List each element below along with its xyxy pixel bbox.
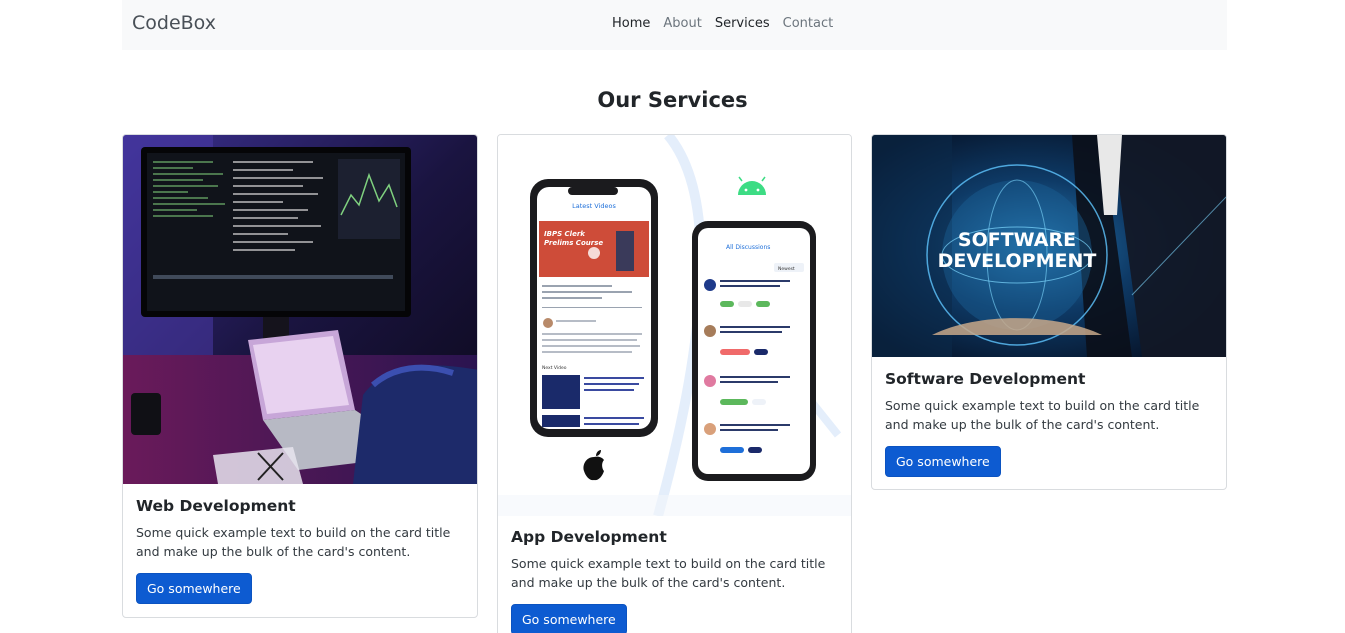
section-title: Our Services <box>597 88 748 112</box>
card-body: Software Development Some quick example … <box>885 370 1213 477</box>
mockup-all-discussions: All Discussions <box>726 244 770 251</box>
card-text: Some quick example text to build on the … <box>136 525 451 559</box>
navbar: CodeBox Home About Services Contact <box>122 0 1227 50</box>
card-text: Some quick example text to build on the … <box>511 556 826 590</box>
go-somewhere-button[interactable]: Go somewhere <box>136 573 252 604</box>
nav-link-about[interactable]: About <box>663 16 701 31</box>
mockup-banner-line2: Prelims Course <box>544 239 603 247</box>
nav-links: Home About Services Contact <box>612 16 833 31</box>
software-image-line1: SOFTWARE <box>958 229 1076 251</box>
service-card-software: SOFTWARE DEVELOPMENT Software Developmen… <box>871 134 1227 490</box>
phone-app-mockups-image: Latest Videos IBPS Clerk Prelims Course … <box>498 135 851 516</box>
card-body: Web Development Some quick example text … <box>136 497 464 604</box>
card-title: Web Development <box>136 497 296 515</box>
brand-logo[interactable]: CodeBox <box>132 12 216 34</box>
software-development-globe-image: SOFTWARE DEVELOPMENT <box>872 135 1226 357</box>
go-somewhere-button[interactable]: Go somewhere <box>511 604 627 633</box>
go-somewhere-button[interactable]: Go somewhere <box>885 446 1001 477</box>
mockup-banner-line1: IBPS Clerk <box>544 230 586 238</box>
person-coding-at-monitor-image <box>123 135 477 484</box>
card-body: App Development Some quick example text … <box>511 528 838 633</box>
card-title: App Development <box>511 528 667 546</box>
nav-link-services[interactable]: Services <box>715 16 770 31</box>
service-card-app: Latest Videos IBPS Clerk Prelims Course … <box>497 134 852 633</box>
card-text: Some quick example text to build on the … <box>885 398 1200 432</box>
software-image-line2: DEVELOPMENT <box>938 250 1097 272</box>
card-title: Software Development <box>885 370 1086 388</box>
nav-link-home[interactable]: Home <box>612 16 650 31</box>
service-card-web: Web Development Some quick example text … <box>122 134 478 618</box>
nav-link-contact[interactable]: Contact <box>783 16 834 31</box>
mockup-filter: Newest <box>778 266 795 272</box>
mockup-next-video: Next Video <box>542 365 567 371</box>
mockup-latest-videos: Latest Videos <box>572 202 616 210</box>
